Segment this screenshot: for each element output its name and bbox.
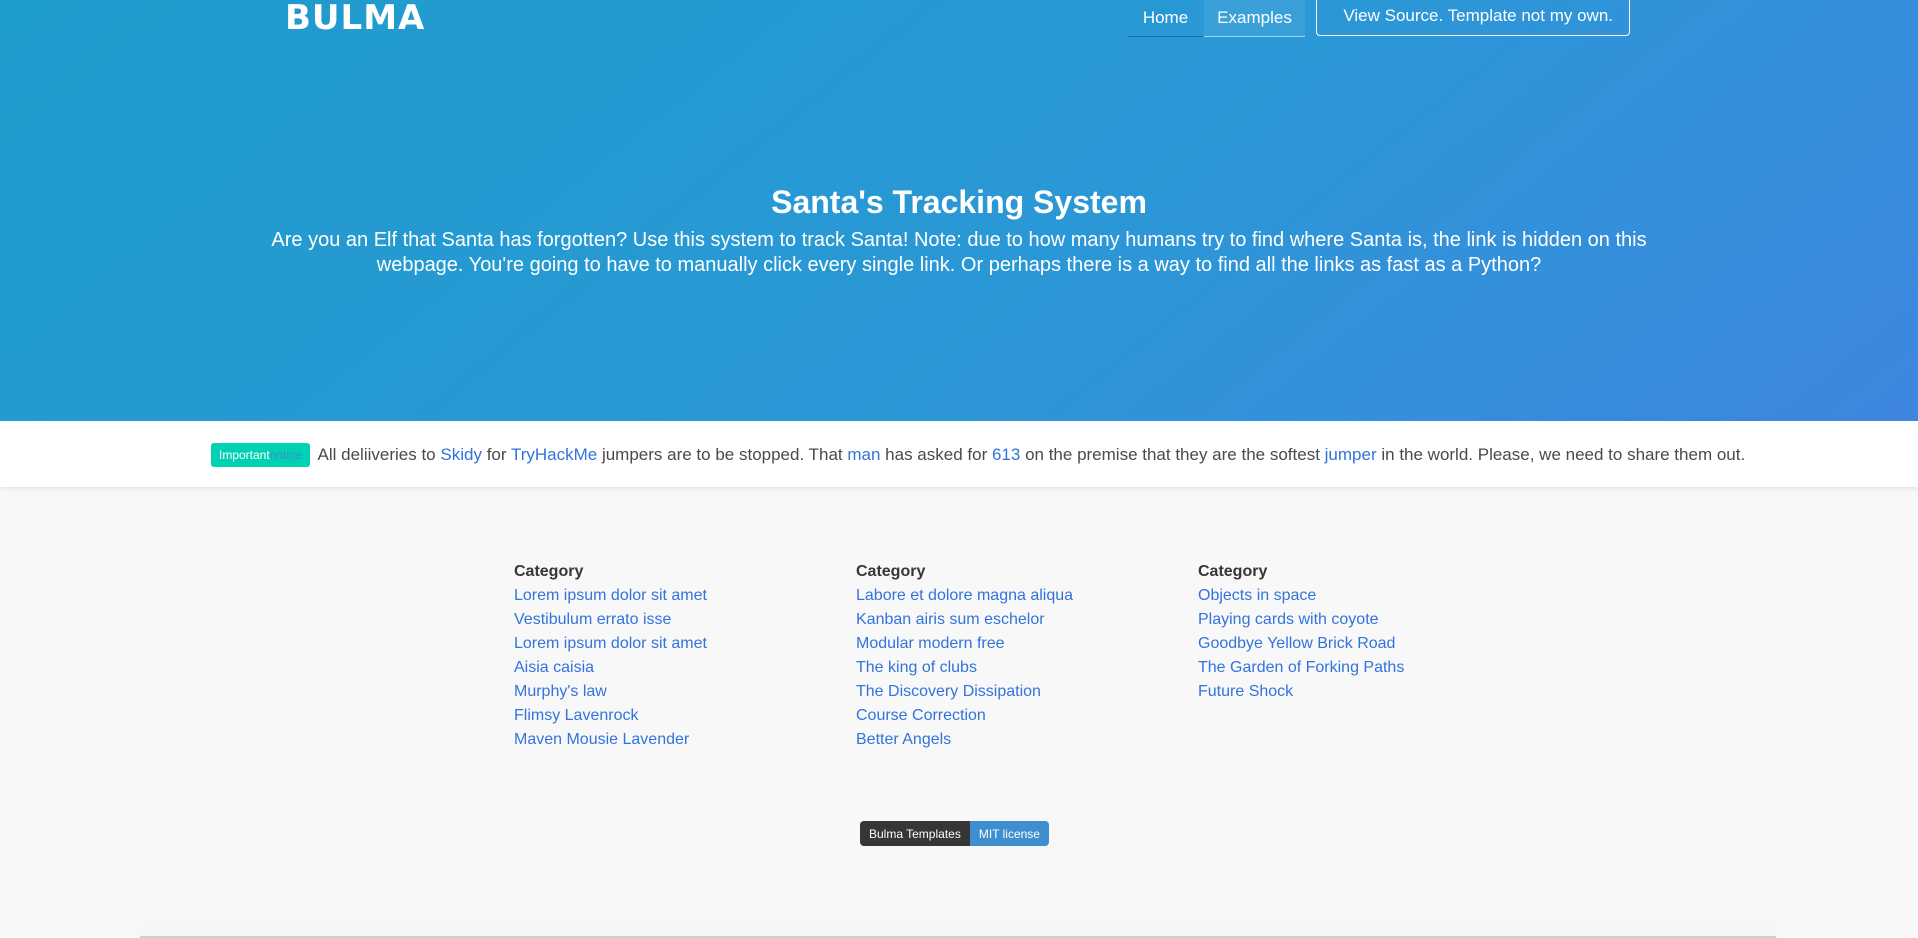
- notice-text: for: [486, 445, 507, 464]
- column-heading: Category: [1198, 563, 1268, 580]
- footer-link[interactable]: Course Correction: [856, 704, 1156, 728]
- notice-text: on the premise that they are the softest: [1025, 445, 1320, 464]
- nav-home-link[interactable]: Home: [1128, 0, 1203, 37]
- footer-link[interactable]: Murphy's law: [514, 680, 814, 704]
- notice-text: has asked for: [885, 445, 988, 464]
- footer-link[interactable]: The Garden of Forking Paths: [1198, 656, 1498, 680]
- badge-mit-license[interactable]: MIT license: [969, 821, 1049, 846]
- footer-link[interactable]: Modular modern free: [856, 632, 1156, 656]
- footer-link[interactable]: Aisia caisia: [514, 656, 814, 680]
- notice-link-613[interactable]: 613: [992, 445, 1020, 464]
- footer-link[interactable]: Flimsy Lavenrock: [514, 704, 814, 728]
- brand-logo[interactable]: BULMA: [285, 0, 425, 38]
- nav-examples-link[interactable]: Examples: [1204, 0, 1305, 37]
- footer-link[interactable]: Better Angels: [856, 728, 1156, 752]
- column-heading: Category: [856, 563, 926, 580]
- notice-text: All deliiveries to: [317, 445, 436, 464]
- notice-tag-word-notice: notice: [269, 448, 302, 462]
- page-subtitle: Are you an Elf that Santa has forgotten?…: [271, 229, 1647, 276]
- notice-bar: Importantnotice All deliiveries to Skidy…: [0, 421, 1918, 487]
- hero-banner: BULMA Home Examples View Source. Templat…: [0, 0, 1918, 421]
- notice-text: jumpers are to be stopped. That: [601, 445, 843, 464]
- footer-link[interactable]: Kanban airis sum eschelor: [856, 608, 1156, 632]
- notice-link-tryhackme[interactable]: TryHackMe: [511, 445, 597, 464]
- footer-link[interactable]: Playing cards with coyote: [1198, 608, 1498, 632]
- notice-link-man[interactable]: man: [847, 445, 880, 464]
- column-heading: Category: [514, 563, 584, 580]
- important-notice-tag: Importantnotice: [211, 443, 310, 467]
- notice-message: Importantnotice All deliiveries to Skidy…: [211, 443, 1745, 467]
- footer-link[interactable]: Labore et dolore magna aliqua: [856, 584, 1156, 608]
- view-source-button[interactable]: View Source. Template not my own.: [1316, 0, 1630, 36]
- notice-link-jumper[interactable]: jumper: [1325, 445, 1377, 464]
- footer-link[interactable]: The king of clubs: [856, 656, 1156, 680]
- footer-link[interactable]: Objects in space: [1198, 584, 1498, 608]
- page-title: Santa's Tracking System: [771, 184, 1147, 220]
- notice-tag-word-important: Important: [219, 448, 270, 462]
- footer-link[interactable]: Vestibulum errato isse: [514, 608, 814, 632]
- footer-link[interactable]: Future Shock: [1198, 680, 1498, 704]
- footer-link[interactable]: The Discovery Dissipation: [856, 680, 1156, 704]
- license-badge[interactable]: Bulma Templates MIT license: [860, 821, 1049, 846]
- footer-link[interactable]: Maven Mousie Lavender: [514, 728, 814, 752]
- footer-link[interactable]: Lorem ipsum dolor sit amet: [514, 632, 814, 656]
- notice-link-skidy[interactable]: Skidy: [440, 445, 482, 464]
- notice-text: in the world. Please, we need to share t…: [1381, 445, 1746, 464]
- badge-bulma-templates[interactable]: Bulma Templates: [860, 821, 970, 846]
- footer-column-1: Category Lorem ipsum dolor sit amet Vest…: [514, 560, 814, 752]
- footer-link[interactable]: Goodbye Yellow Brick Road: [1198, 632, 1498, 656]
- footer-column-3: Category Objects in space Playing cards …: [1198, 560, 1498, 704]
- footer-column-2: Category Labore et dolore magna aliqua K…: [856, 560, 1156, 752]
- footer-link[interactable]: Lorem ipsum dolor sit amet: [514, 584, 814, 608]
